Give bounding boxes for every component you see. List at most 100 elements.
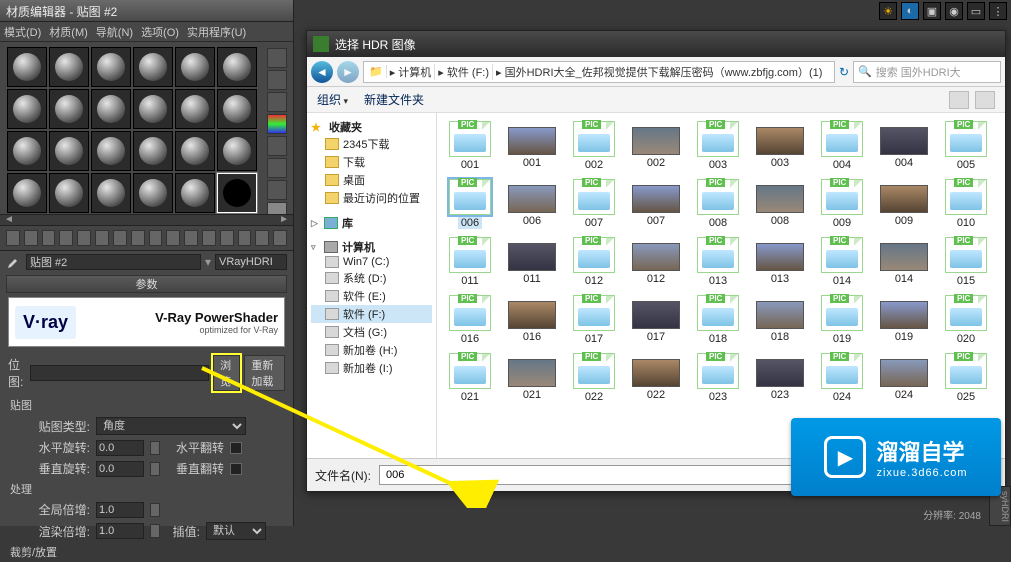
search-input[interactable]: 🔍 搜索 国外HDRI大: [853, 61, 1001, 83]
render-mult-spinner[interactable]: 1.0: [96, 523, 144, 539]
material-swatch[interactable]: [49, 131, 89, 171]
toolbar-button[interactable]: [131, 230, 145, 246]
file-item[interactable]: 022: [626, 353, 686, 403]
map-name-input[interactable]: [26, 254, 201, 270]
file-item[interactable]: 012: [626, 237, 686, 287]
sample-tool-4[interactable]: [267, 136, 287, 156]
tree-item[interactable]: 桌面: [311, 171, 432, 189]
tree-item[interactable]: 2345下载: [311, 135, 432, 153]
file-item[interactable]: 019: [874, 295, 934, 345]
material-swatch[interactable]: [175, 131, 215, 171]
file-item[interactable]: 001: [502, 121, 562, 171]
file-item[interactable]: 018: [750, 295, 810, 345]
bitmap-path-input[interactable]: [30, 365, 209, 381]
file-item[interactable]: 012: [564, 237, 624, 287]
file-item[interactable]: 023: [750, 353, 810, 403]
file-item[interactable]: 021: [502, 353, 562, 403]
file-item[interactable]: 008: [688, 179, 748, 229]
view-mode-button[interactable]: [949, 91, 969, 109]
sample-tool-1[interactable]: [267, 48, 287, 68]
cloud-icon[interactable]: ◐: [901, 2, 919, 20]
hrot-spin-buttons[interactable]: [150, 441, 160, 455]
breadcrumb-segment[interactable]: ▸ 计算机: [387, 64, 436, 80]
file-item[interactable]: 017: [564, 295, 624, 345]
file-item[interactable]: 004: [812, 121, 872, 171]
material-swatch[interactable]: [7, 131, 47, 171]
params-rollup-header[interactable]: 参数: [6, 275, 287, 293]
expand-icon[interactable]: ▷: [311, 218, 320, 229]
expand-icon[interactable]: ▿: [311, 242, 320, 253]
menu-item[interactable]: 材质(M): [49, 27, 88, 39]
material-swatch[interactable]: [133, 89, 173, 129]
menu-item[interactable]: 选项(O): [141, 27, 179, 39]
file-item[interactable]: 011: [440, 237, 500, 287]
tree-item[interactable]: 最近访问的位置: [311, 189, 432, 207]
file-item[interactable]: 015: [936, 237, 996, 287]
file-item[interactable]: 009: [812, 179, 872, 229]
material-swatch[interactable]: [91, 89, 131, 129]
breadcrumb-segment[interactable]: ▸ 国外HDRI大全_佐邦视觉提供下载解压密码（www.zbfjg.com）(1…: [493, 64, 825, 80]
toolbar-button[interactable]: [220, 230, 234, 246]
sample-tool-5[interactable]: [267, 158, 287, 178]
tree-drive-item[interactable]: 系统 (D:): [311, 269, 432, 287]
toolbar-button[interactable]: [202, 230, 216, 246]
toolbar-button[interactable]: [113, 230, 127, 246]
file-item[interactable]: 004: [874, 121, 934, 171]
sample-tool-3[interactable]: [267, 92, 287, 112]
file-item[interactable]: 003: [688, 121, 748, 171]
material-swatch[interactable]: [7, 173, 47, 213]
map-type-box[interactable]: VRayHDRI: [215, 254, 287, 270]
dialog-title-bar[interactable]: 选择 HDR 图像: [307, 31, 1005, 57]
interp-select[interactable]: 默认: [206, 522, 266, 540]
nav-forward-button[interactable]: ►: [337, 61, 359, 83]
menu-item[interactable]: 实用程序(U): [187, 27, 246, 39]
file-item[interactable]: 025: [936, 353, 996, 403]
material-swatch[interactable]: [217, 131, 257, 171]
library-label[interactable]: 库: [342, 215, 353, 231]
material-swatch[interactable]: [217, 89, 257, 129]
sample-tool-2[interactable]: [267, 70, 287, 90]
vrot-spin-buttons[interactable]: [150, 462, 160, 476]
refresh-icon[interactable]: ↻: [839, 65, 849, 79]
file-item[interactable]: 020: [936, 295, 996, 345]
favorites-label[interactable]: 收藏夹: [329, 119, 362, 135]
overall-mult-spinner[interactable]: 1.0: [96, 502, 144, 518]
material-swatch[interactable]: [217, 173, 257, 213]
file-item[interactable]: 022: [564, 353, 624, 403]
file-item[interactable]: 001: [440, 121, 500, 171]
toolbar-button[interactable]: [24, 230, 38, 246]
tree-drive-item[interactable]: 软件 (F:): [311, 305, 432, 323]
file-item[interactable]: 013: [688, 237, 748, 287]
toolbar-button[interactable]: [77, 230, 91, 246]
vrot-spinner[interactable]: 0.0: [96, 461, 144, 477]
vflip-checkbox[interactable]: [230, 463, 242, 475]
file-item[interactable]: 002: [564, 121, 624, 171]
material-swatch[interactable]: [7, 89, 47, 129]
file-item[interactable]: 024: [874, 353, 934, 403]
toolbar-button[interactable]: [95, 230, 109, 246]
toolbar-button[interactable]: [184, 230, 198, 246]
breadcrumb-bar[interactable]: 📁▸ 计算机▸ 软件 (F:)▸ 国外HDRI大全_佐邦视觉提供下载解压密码（w…: [363, 61, 835, 83]
computer-label[interactable]: 计算机: [342, 239, 375, 255]
tree-drive-item[interactable]: 新加卷 (I:): [311, 359, 432, 377]
toolbar-button[interactable]: [42, 230, 56, 246]
file-item[interactable]: 006: [502, 179, 562, 229]
material-swatch[interactable]: [49, 89, 89, 129]
file-item[interactable]: 023: [688, 353, 748, 403]
overall-spin-buttons[interactable]: [150, 503, 160, 517]
tree-item[interactable]: 下载: [311, 153, 432, 171]
material-swatch[interactable]: [49, 47, 89, 87]
file-item[interactable]: 005: [936, 121, 996, 171]
file-item[interactable]: 019: [812, 295, 872, 345]
file-item[interactable]: 017: [626, 295, 686, 345]
file-item[interactable]: 006: [440, 179, 500, 229]
tool-icon-4[interactable]: ⋮: [989, 2, 1007, 20]
toolbar-button[interactable]: [166, 230, 180, 246]
help-button[interactable]: [975, 91, 995, 109]
hrot-spinner[interactable]: 0.0: [96, 440, 144, 456]
map-type-select[interactable]: 角度: [96, 417, 246, 435]
file-item[interactable]: 018: [688, 295, 748, 345]
breadcrumb-segment[interactable]: ▸ 软件 (F:): [435, 64, 493, 80]
scroll-indicator[interactable]: [0, 214, 293, 226]
material-swatch[interactable]: [7, 47, 47, 87]
